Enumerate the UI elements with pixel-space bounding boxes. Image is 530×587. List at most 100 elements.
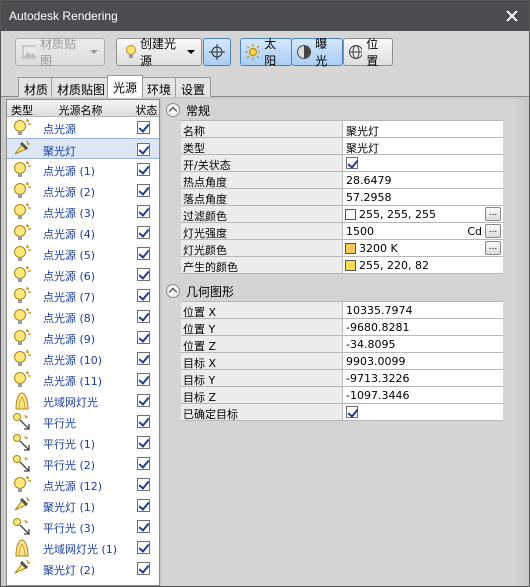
property-value[interactable]: 3200 K xyxy=(359,242,398,255)
tab-environment[interactable]: 环境 xyxy=(141,77,178,97)
browse-button[interactable]: ... xyxy=(485,241,501,255)
light-status-checkbox[interactable] xyxy=(137,436,150,449)
light-name[interactable]: 点光源 (1) xyxy=(43,163,95,179)
light-status-checkbox[interactable] xyxy=(137,289,150,302)
color-swatch[interactable] xyxy=(345,209,356,220)
property-value[interactable]: 10335.7974 xyxy=(346,304,412,317)
property-value[interactable]: 聚光灯 xyxy=(346,140,379,156)
property-checkbox[interactable] xyxy=(346,157,358,169)
sun-toggle[interactable]: 太阳 xyxy=(240,37,292,68)
light-status-checkbox[interactable] xyxy=(137,143,150,156)
light-name[interactable]: 点光源 (8) xyxy=(43,310,95,326)
exposure-button[interactable]: 曝光 xyxy=(291,37,343,68)
light-name[interactable]: 点光源 (9) xyxy=(43,331,95,347)
browse-button[interactable]: ... xyxy=(485,207,501,221)
light-list-item[interactable]: 点光源 xyxy=(7,117,159,138)
light-name[interactable]: 点光源 (4) xyxy=(43,226,95,242)
light-status-checkbox[interactable] xyxy=(137,226,150,239)
column-status[interactable]: 状态 xyxy=(131,100,159,117)
light-status-checkbox[interactable] xyxy=(137,184,150,197)
light-list-item[interactable]: 点光源 (5) xyxy=(7,243,159,264)
light-status-checkbox[interactable] xyxy=(137,478,150,491)
close-icon[interactable] xyxy=(505,9,519,23)
light-list-item[interactable]: 光域网灯光 (1) xyxy=(7,537,159,558)
property-value[interactable]: -9713.3226 xyxy=(346,372,409,385)
property-value[interactable]: -1097.3446 xyxy=(346,389,409,402)
light-name[interactable]: 点光源 (5) xyxy=(43,247,95,263)
property-value[interactable]: 1500 xyxy=(346,225,374,238)
collapse-icon[interactable] xyxy=(166,284,180,298)
light-list-item[interactable]: 点光源 (8) xyxy=(7,306,159,327)
light-list-item[interactable]: 平行光 xyxy=(7,411,159,432)
properties-scrollbar[interactable] xyxy=(516,99,524,586)
light-status-checkbox[interactable] xyxy=(137,163,150,176)
light-status-checkbox[interactable] xyxy=(137,331,150,344)
property-value[interactable]: 聚光灯 xyxy=(346,123,379,139)
light-list-item[interactable]: 点光源 (12) xyxy=(7,474,159,495)
light-name[interactable]: 光域网灯光 (1) xyxy=(43,541,117,557)
light-status-checkbox[interactable] xyxy=(137,247,150,260)
light-name[interactable]: 点光源 (12) xyxy=(43,478,102,494)
geometry-section-header[interactable]: 几何图形 xyxy=(166,282,516,300)
color-swatch[interactable] xyxy=(345,243,356,254)
light-status-checkbox[interactable] xyxy=(137,373,150,386)
light-status-checkbox[interactable] xyxy=(137,457,150,470)
light-status-checkbox[interactable] xyxy=(137,520,150,533)
material-map-button[interactable]: 材质贴图 xyxy=(15,37,105,68)
column-type[interactable]: 类型 xyxy=(7,100,41,117)
light-list-item[interactable]: 点光源 (10) xyxy=(7,348,159,369)
light-list-item[interactable]: 聚光灯 xyxy=(7,138,159,159)
light-list-item[interactable]: 点光源 (11) xyxy=(7,369,159,390)
light-name[interactable]: 平行光 (1) xyxy=(43,436,95,452)
light-status-checkbox[interactable] xyxy=(137,394,150,407)
light-list-item[interactable]: 点光源 (9) xyxy=(7,327,159,348)
property-value[interactable]: 28.6479 xyxy=(346,174,392,187)
tab-settings[interactable]: 设置 xyxy=(175,77,212,97)
tab-material-map[interactable]: 材质贴图 xyxy=(51,77,112,97)
column-name[interactable]: 光源名称 xyxy=(41,100,132,117)
tab-material[interactable]: 材质 xyxy=(18,77,55,97)
light-list-item[interactable]: 点光源 (1) xyxy=(7,159,159,180)
light-status-checkbox[interactable] xyxy=(137,352,150,365)
property-value[interactable]: 255, 220, 82 xyxy=(359,259,429,272)
tab-lights[interactable]: 光源 xyxy=(107,75,144,98)
light-list-item[interactable]: 光域网灯光 xyxy=(7,390,159,411)
create-light-button[interactable]: 创建光源 xyxy=(116,37,202,68)
light-name[interactable]: 平行光 (3) xyxy=(43,520,95,536)
property-value[interactable]: 57.2958 xyxy=(346,191,392,204)
light-list-item[interactable]: 点光源 (4) xyxy=(7,222,159,243)
light-name[interactable]: 聚光灯 xyxy=(43,143,76,159)
property-checkbox[interactable] xyxy=(346,406,358,418)
light-name[interactable]: 光域网灯光 xyxy=(43,394,98,410)
light-name[interactable]: 点光源 (2) xyxy=(43,184,95,200)
light-list-item[interactable]: 点光源 (7) xyxy=(7,285,159,306)
property-value[interactable]: -34.8095 xyxy=(346,338,395,351)
light-name[interactable]: 点光源 xyxy=(43,121,76,137)
light-name[interactable]: 点光源 (7) xyxy=(43,289,95,305)
light-status-checkbox[interactable] xyxy=(137,562,150,575)
light-status-checkbox[interactable] xyxy=(137,541,150,554)
property-value[interactable]: -9680.8281 xyxy=(346,321,409,334)
light-list-item[interactable]: 点光源 (6) xyxy=(7,264,159,285)
light-list-item[interactable]: 平行光 (2) xyxy=(7,453,159,474)
collapse-icon[interactable] xyxy=(166,103,180,117)
light-name[interactable]: 平行光 (2) xyxy=(43,457,95,473)
light-name[interactable]: 点光源 (6) xyxy=(43,268,95,284)
light-name[interactable]: 点光源 (3) xyxy=(43,205,95,221)
light-status-checkbox[interactable] xyxy=(137,415,150,428)
general-section-header[interactable]: 常规 xyxy=(166,101,516,119)
light-list-item[interactable]: 聚光灯 (1) xyxy=(7,495,159,516)
light-status-checkbox[interactable] xyxy=(137,499,150,512)
light-list-item[interactable]: 平行光 (3) xyxy=(7,516,159,537)
light-name[interactable]: 平行光 xyxy=(43,415,76,431)
light-status-checkbox[interactable] xyxy=(137,310,150,323)
browse-button[interactable]: ... xyxy=(485,224,501,238)
light-list-item[interactable]: 聚光灯 (2) xyxy=(7,558,159,579)
light-list-item[interactable]: 点光源 (3) xyxy=(7,201,159,222)
property-value[interactable]: 9903.0099 xyxy=(346,355,406,368)
light-list-item[interactable]: 平行光 (1) xyxy=(7,432,159,453)
light-name[interactable]: 点光源 (11) xyxy=(43,373,102,389)
light-status-checkbox[interactable] xyxy=(137,268,150,281)
color-swatch[interactable] xyxy=(345,260,356,271)
light-list-item[interactable]: 点光源 (2) xyxy=(7,180,159,201)
